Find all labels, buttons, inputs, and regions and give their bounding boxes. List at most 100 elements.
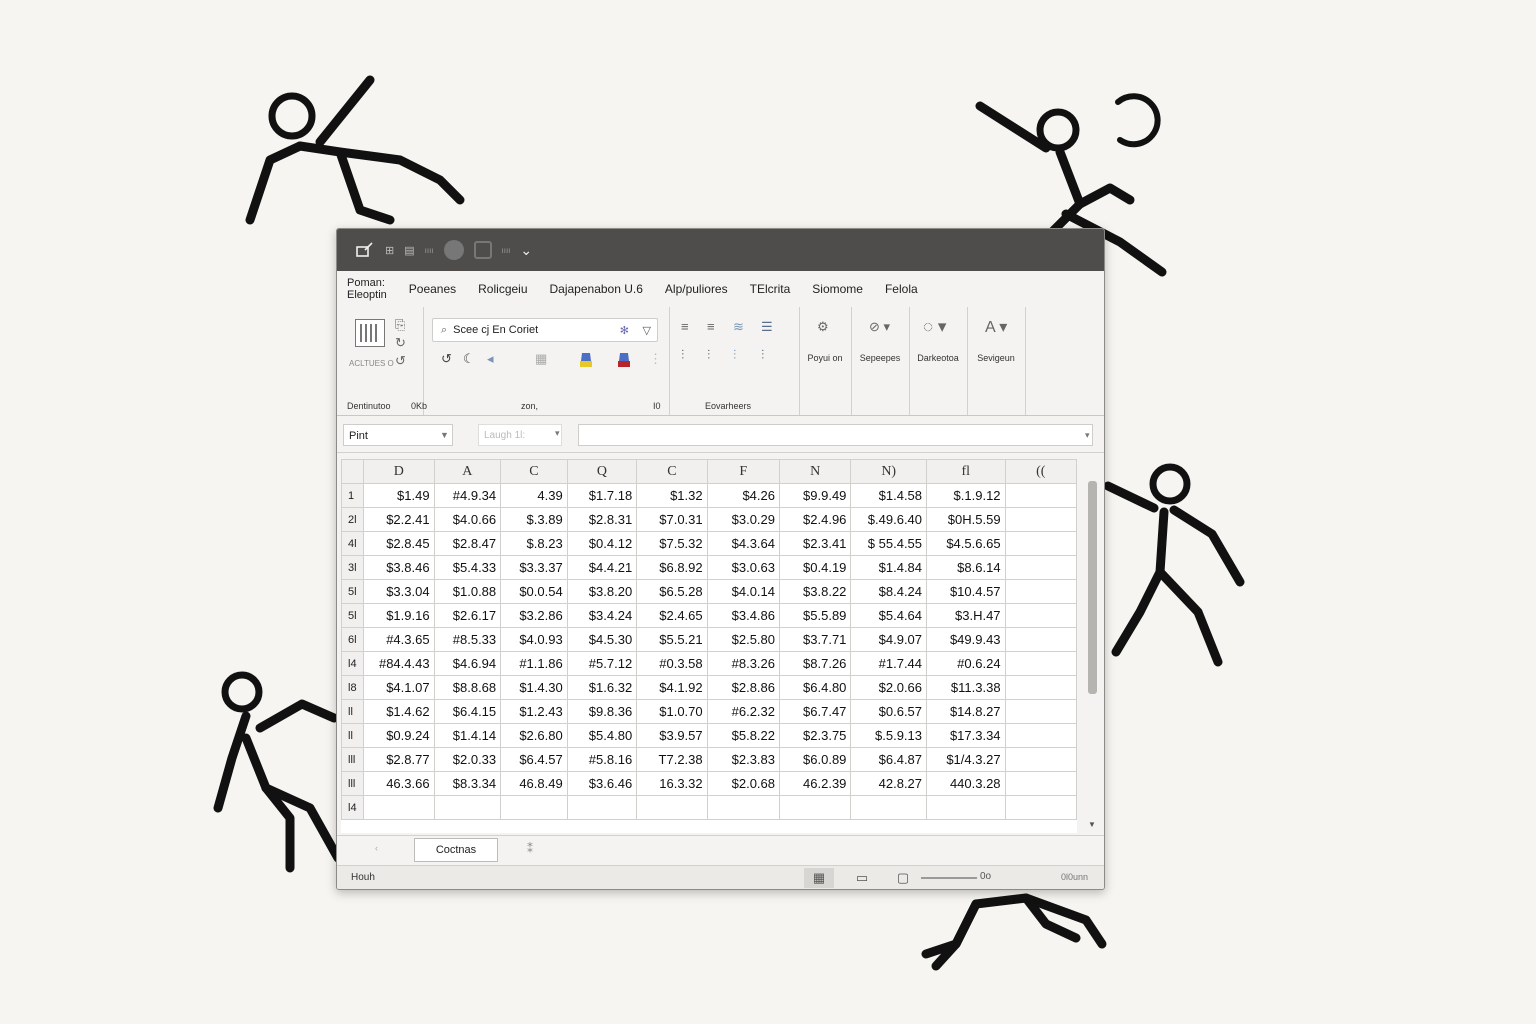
- row-header[interactable]: 5l: [341, 603, 364, 628]
- table-cell[interactable]: $2.5.80: [706, 627, 781, 652]
- table-cell[interactable]: $10.4.57: [926, 579, 1006, 604]
- table-cell[interactable]: $0.6.57: [850, 699, 928, 724]
- sheet-nav-icon[interactable]: ‹: [375, 843, 378, 853]
- table-cell[interactable]: $0.4.12: [566, 531, 638, 556]
- cut-icon[interactable]: ↻: [395, 335, 406, 351]
- table-cell[interactable]: $6.8.92: [636, 555, 708, 580]
- column-header[interactable]: N: [778, 459, 852, 484]
- table-cell[interactable]: 440.3.28: [926, 771, 1006, 796]
- table-cell[interactable]: $8.4.24: [850, 579, 928, 604]
- table-cell[interactable]: $6.5.28: [636, 579, 708, 604]
- scrollbar-thumb[interactable]: [1088, 481, 1097, 694]
- table-cell-empty[interactable]: [1004, 531, 1077, 556]
- save-icon[interactable]: [473, 241, 492, 259]
- table-cell[interactable]: $1.2.43: [500, 699, 568, 724]
- borders-icon[interactable]: ▦: [535, 351, 547, 367]
- table-cell[interactable]: $1.4.30: [500, 675, 568, 700]
- table-cell[interactable]: #5.7.12: [566, 651, 638, 676]
- table-cell-empty[interactable]: [1004, 699, 1077, 724]
- table-cell[interactable]: #1.1.86: [500, 651, 568, 676]
- sheet-tab[interactable]: Coctnas: [414, 838, 498, 862]
- column-header[interactable]: N): [850, 459, 928, 484]
- table-cell[interactable]: $1.7.18: [566, 483, 638, 508]
- tab-insert[interactable]: Rolicgeiu: [478, 282, 527, 296]
- column-header[interactable]: Q: [566, 459, 638, 484]
- table-cell[interactable]: $17.3.34: [926, 723, 1006, 748]
- column-header[interactable]: fl: [926, 459, 1006, 484]
- table-cell[interactable]: $6.4.57: [500, 747, 568, 772]
- table-cell[interactable]: $3.3.04: [362, 579, 435, 604]
- column-header[interactable]: C: [636, 459, 708, 484]
- chevron-down-icon[interactable]: ⌄: [520, 242, 532, 259]
- table-cell[interactable]: $2.3.41: [778, 531, 852, 556]
- table-cell[interactable]: $3.8.22: [778, 579, 852, 604]
- table-cell[interactable]: $1.32: [636, 483, 708, 508]
- table-cell-empty[interactable]: [1004, 795, 1077, 820]
- table-cell[interactable]: #4.3.65: [362, 627, 435, 652]
- table-cell[interactable]: $0H.5.59: [926, 507, 1006, 532]
- function-dropdown-icon[interactable]: ▾: [555, 428, 560, 439]
- table-cell[interactable]: [433, 795, 502, 820]
- paste-icon[interactable]: [355, 319, 385, 347]
- table-cell[interactable]: $4.26: [706, 483, 781, 508]
- table-cell[interactable]: $1.4.58: [850, 483, 928, 508]
- formula-expand-icon[interactable]: ▾: [1085, 430, 1090, 441]
- table-cell[interactable]: $5.5.21: [636, 627, 708, 652]
- formula-input[interactable]: [578, 424, 1093, 446]
- table-cell[interactable]: $2.4.96: [778, 507, 852, 532]
- table-cell[interactable]: $2.4.65: [636, 603, 708, 628]
- table-cell[interactable]: $3.8.20: [566, 579, 638, 604]
- more-icon[interactable]: ⋮: [649, 351, 662, 367]
- row-header[interactable]: 1: [341, 483, 364, 508]
- table-cell[interactable]: $7.5.32: [636, 531, 708, 556]
- table-cell-empty[interactable]: [1004, 603, 1077, 628]
- table-cell[interactable]: $8.8.68: [433, 675, 502, 700]
- table-cell[interactable]: $5.8.22: [706, 723, 781, 748]
- table-cell[interactable]: $.8.23: [500, 531, 568, 556]
- table-cell[interactable]: $0.9.24: [362, 723, 435, 748]
- table-cell[interactable]: $2.0.66: [850, 675, 928, 700]
- wrap-text-icon[interactable]: ☰: [761, 319, 773, 335]
- table-cell[interactable]: $1.49: [362, 483, 435, 508]
- moon-icon[interactable]: ☾: [463, 351, 475, 367]
- table-cell[interactable]: [926, 795, 1006, 820]
- table-cell-empty[interactable]: [1004, 723, 1077, 748]
- table-cell[interactable]: #1.7.44: [850, 651, 928, 676]
- table-cell[interactable]: $ 55.4.55: [850, 531, 928, 556]
- table-cell[interactable]: $2.8.77: [362, 747, 435, 772]
- table-cell[interactable]: $1.4.14: [433, 723, 502, 748]
- table-cell[interactable]: 4.39: [500, 483, 568, 508]
- add-sheet-icon[interactable]: ⁑: [527, 842, 533, 856]
- align-right-icon[interactable]: ⫶: [733, 347, 736, 363]
- name-box-dropdown-icon[interactable]: ▼: [440, 430, 449, 440]
- table-cell[interactable]: $8.3.34: [433, 771, 502, 796]
- table-cell[interactable]: $2.3.83: [706, 747, 781, 772]
- table-cell[interactable]: $3.2.86: [500, 603, 568, 628]
- row-header[interactable]: 4l: [341, 531, 364, 556]
- table-cell[interactable]: $1.0.70: [636, 699, 708, 724]
- table-cell[interactable]: $4.0.93: [500, 627, 568, 652]
- titlebar-item[interactable]: ⊞: [385, 244, 394, 257]
- row-header[interactable]: 2l: [341, 507, 364, 532]
- table-cell[interactable]: #8.5.33: [433, 627, 502, 652]
- titlebar-item[interactable]: ıııı: [425, 246, 434, 255]
- table-cell-empty[interactable]: [1004, 555, 1077, 580]
- table-cell[interactable]: $3.3.37: [500, 555, 568, 580]
- undo-icon[interactable]: [443, 240, 464, 260]
- table-cell[interactable]: [362, 795, 435, 820]
- table-cell[interactable]: $6.4.80: [778, 675, 852, 700]
- table-cell-empty[interactable]: [1004, 507, 1077, 532]
- table-cell-empty[interactable]: [1004, 483, 1077, 508]
- row-header[interactable]: lll: [341, 771, 364, 796]
- copy-icon[interactable]: ⎘: [395, 317, 405, 333]
- table-cell[interactable]: $6.7.47: [778, 699, 852, 724]
- table-cell[interactable]: $1.9.16: [362, 603, 435, 628]
- table-cell[interactable]: $2.8.86: [706, 675, 781, 700]
- filter-icon[interactable]: ▽: [643, 324, 651, 337]
- scroll-down-icon[interactable]: ▼: [1088, 820, 1096, 829]
- font-color-icon[interactable]: [617, 351, 631, 372]
- table-cell[interactable]: [566, 795, 638, 820]
- table-cell[interactable]: $4.0.66: [433, 507, 502, 532]
- align-middle-icon[interactable]: ≡: [707, 319, 715, 334]
- table-cell[interactable]: $3.0.29: [706, 507, 781, 532]
